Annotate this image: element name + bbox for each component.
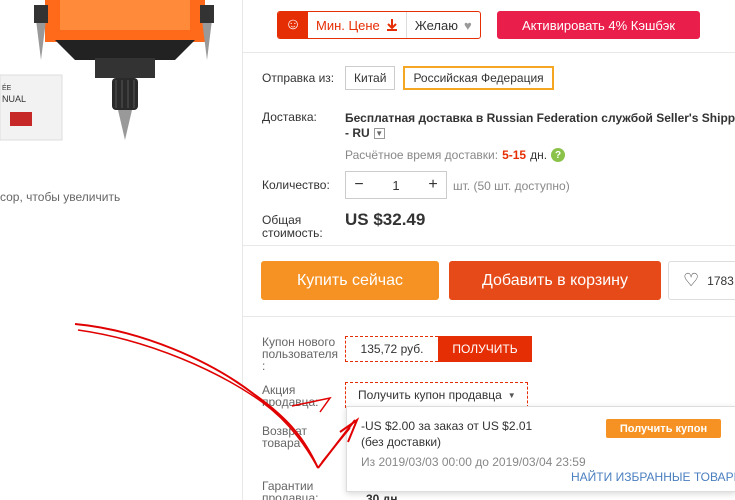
seller-coupon-dropdown-label: Получить купон продавца [358,388,502,402]
chevron-down-icon[interactable]: ▼ [373,127,385,139]
new-user-coupon: 135,72 руб. ПОЛУЧИТЬ [345,336,532,362]
divider [243,52,735,53]
heart-icon: ♥ [463,17,472,33]
min-price-label: Мин. Цене [316,17,380,33]
smiley-icon[interactable]: ☺ [278,12,308,38]
delivery-method-cont: - RU ▼ [345,126,385,140]
new-user-coupon-label: : [262,359,266,373]
wish-count: 1783 [707,273,734,288]
new-user-coupon-label: пользователя [262,347,338,361]
get-seller-coupon-button[interactable]: Получить купон [606,419,721,438]
get-coupon-button[interactable]: ПОЛУЧИТЬ [438,336,532,362]
delivery-method-suffix: - RU [345,126,370,140]
seller-coupon-panel: -US $2.00 за заказ от US $2.01 (без дост… [346,406,735,492]
leaflet-text: NUAL [2,94,26,104]
buy-now-button[interactable]: Купить сейчас [261,261,439,300]
quantity-available: шт. (50 шт. доступно) [453,179,570,193]
product-image[interactable]: ÉE NUAL [0,0,242,160]
add-to-cart-button[interactable]: Добавить в корзину [449,261,661,300]
min-price-button[interactable]: Мин. Цене [308,12,407,38]
wish-label: Желаю [414,17,458,33]
price-alert-group: ☺ Мин. Цене Желаю ♥ [277,11,481,39]
quantity-plus-button[interactable]: + [420,176,446,194]
download-arrow-icon [386,19,397,31]
guarantee-label: продавца: [262,491,319,500]
est-time-label: Расчётное время доставки: [345,148,499,162]
ship-from-option-china[interactable]: Китай [345,66,396,90]
total-label: стоимость: [262,226,323,240]
coupon-amount: 135,72 руб. [345,336,438,362]
wishlist-button[interactable]: ♡ 1783 [668,261,735,300]
estimated-delivery: Расчётное время доставки: 5-15 дн. ? [345,148,566,162]
ship-from-option-russia[interactable]: Российская Федерация [403,66,554,90]
find-featured-products-link[interactable]: НАЙТИ ИЗБРАННЫЕ ТОВАРЫ [571,470,735,484]
guarantee-value: 30 дн [366,492,398,500]
total-price: US $32.49 [345,210,426,229]
delivery-method: Бесплатная доставка в Russian Federation… [345,111,735,125]
seller-coupon-dropdown[interactable]: Получить купон продавца ▼ [345,382,528,408]
est-days: 5-15 [502,148,527,162]
cashback-button[interactable]: Активировать 4% Кэшбэк [497,11,700,39]
seller-promo-label: продавца: [262,395,319,409]
quantity-stepper: − 1 + [345,171,447,199]
ship-from-label: Отправка из: [262,71,335,85]
divider [243,316,735,317]
quantity-input[interactable]: 1 [372,178,420,193]
heart-outline-icon: ♡ [683,270,700,290]
coupon-condition: (без доставки) [361,435,442,449]
coupon-validity: Из 2019/03/03 00:00 до 2019/03/04 23:59 [361,455,586,469]
coupon-discount: -US $2.00 за заказ от US $2.01 [361,419,533,433]
chevron-down-icon: ▼ [507,390,516,400]
est-unit: дн. [530,148,548,162]
product-gallery: ÉE NUAL сор, чтобы увеличить [0,0,242,500]
divider [243,245,735,246]
leaflet-text: ÉE [2,83,12,92]
top-actions: ☺ Мин. Цене Желаю ♥ [277,11,481,39]
ship-from-options: Китай Российская Федерация [345,66,554,90]
return-label: товара [262,436,301,450]
quantity-minus-button[interactable]: − [346,176,372,194]
total-label: Общая [262,213,302,227]
delivery-label: Доставка: [262,110,317,124]
quantity-label: Количество: [262,178,330,192]
help-icon[interactable]: ? [551,148,566,162]
divider [242,0,243,500]
zoom-hint: сор, чтобы увеличить [0,190,121,204]
wish-button[interactable]: Желаю ♥ [407,12,480,38]
